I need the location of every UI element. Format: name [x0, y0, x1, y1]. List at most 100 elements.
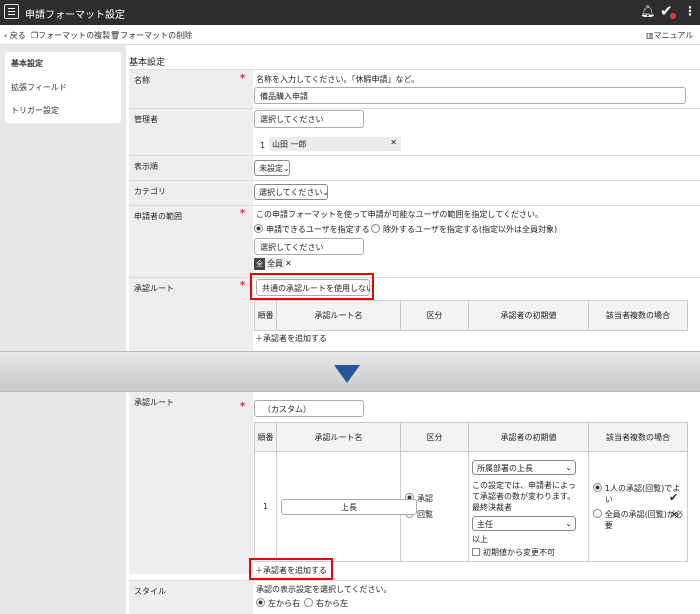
order-value: 未設定 [259, 164, 283, 173]
notification-dot [670, 13, 676, 19]
style-label: スタイル [129, 581, 253, 614]
kubun-circulate-label: 回覧 [417, 510, 433, 519]
all-icon: 全 [254, 258, 265, 270]
route-table-header: 順番 承認ルート名 区分 承認者の初期値 該当者複数の場合 [254, 300, 688, 331]
title-bar: 申請フォーマット設定 🔔︎ ✔ ⋮ [0, 0, 700, 25]
style-option-rtl[interactable]: 右から左 [304, 598, 348, 609]
name-hint: 名称を入力してください。「休暇申請」など。 [256, 75, 420, 84]
col-kubun: 区分 [400, 422, 469, 452]
admin-select[interactable]: 選択してください [254, 110, 364, 128]
admin-entry-number: 1 [260, 141, 266, 150]
app-title: 申請フォーマット設定 [25, 10, 125, 21]
style-option-ltr-label: 左から右 [268, 599, 300, 608]
section-title: 基本設定 [129, 58, 166, 68]
checkbox[interactable] [472, 548, 480, 556]
more-icon[interactable]: ⋮ [684, 4, 696, 18]
order-label: 表示順 [129, 156, 253, 180]
multi-cell: 1人の承認(回覧)でよい 全員の承認(回覧)が必要 [588, 451, 688, 562]
col-initial: 承認者の初期値 [468, 422, 589, 452]
col-route-name: 承認ルート名 [276, 300, 401, 331]
radio-unchecked[interactable] [304, 598, 313, 607]
admin-entry: 山田 一郎 ✕ [269, 137, 401, 151]
fixed-label: 初期値から変更不可 [483, 548, 555, 557]
check-icon[interactable]: ✔ [669, 491, 678, 504]
plus-icon: ＋ [255, 334, 263, 343]
back-label: 戻る [9, 31, 26, 40]
route-table: 順番 承認ルート名 区分 承認者の初期値 該当者複数の場合 1 上長 承認 回覧… [254, 422, 688, 562]
chevron-down-icon: ⌄ [565, 463, 572, 472]
applicant-hint: この申請フォーマットを使って申請が可能なユーザの範囲を指定してください。 [256, 210, 543, 219]
radio-unchecked[interactable] [371, 224, 380, 233]
copy-label: フォーマットの複製 [38, 31, 111, 40]
admin-entry-name: 山田 一郎 [272, 140, 307, 149]
initial-note: この設定では、申請者によって承認者の数が変わります。最終決裁者 [472, 481, 576, 512]
final-value: 主任 [477, 520, 493, 529]
all-members-badge: 全全員 ✕ [254, 258, 292, 270]
initial-select[interactable]: 所属部署の上長 ⌄ [472, 460, 576, 475]
category-label: カテゴリ [129, 181, 253, 205]
down-arrow-icon [334, 365, 360, 383]
radio-checked[interactable] [256, 598, 265, 607]
book-icon: ▥ [646, 31, 654, 40]
close-icon[interactable]: ✕ [670, 510, 678, 521]
style-option-ltr[interactable]: 左から右 [256, 598, 300, 609]
manual-label: マニュアル [653, 31, 694, 40]
sidebar-item-basic[interactable]: 基本設定 [11, 58, 43, 69]
route-label: 承認ルート [129, 278, 253, 351]
radio-checked[interactable] [593, 482, 602, 492]
applicant-option-exclude-label: 除外するユーザを指定する(指定以外は全員対象) [383, 225, 558, 234]
sidebar-lower [0, 392, 126, 614]
add-approver-link[interactable]: ＋承認者を追加する [255, 333, 327, 344]
initial-value: 所属部署の上長 [477, 464, 533, 473]
radio-checked[interactable] [254, 224, 263, 233]
route-name-cell: 上長 [276, 451, 417, 562]
category-value: 選択してください [259, 188, 323, 197]
applicant-option-exclude[interactable]: 除外するユーザを指定する(指定以外は全員対象) [371, 224, 557, 235]
col-order: 順番 [254, 422, 277, 452]
admin-label: 管理者 [129, 109, 253, 155]
fixed-checkbox[interactable]: 初期値から変更不可 [472, 547, 555, 558]
name-input[interactable]: 備品購入申請 [254, 87, 686, 104]
sidebar-item-trigger[interactable]: トリガー設定 [11, 105, 59, 116]
table-row: 1 上長 承認 回覧 所属部署の上長 ⌄ この設定では、申請者によって承認者の数が… [254, 451, 688, 562]
col-multi: 該当者複数の場合 [588, 300, 688, 331]
highlight-box [249, 558, 333, 580]
initial-cell: 所属部署の上長 ⌄ この設定では、申請者によって承認者の数が変わります。最終決裁者… [468, 451, 589, 562]
toolbar: ‹ 戻る ❐フォーマットの複製 🗑︎フォーマットの削除 ▥マニュアル [0, 25, 700, 45]
style-hint: 承認の表示設定を選択してください。 [256, 585, 392, 594]
required-mark: * [240, 280, 246, 291]
delete-format-button[interactable]: 🗑︎フォーマットの削除 [110, 30, 192, 41]
style-option-rtl-label: 右から左 [316, 599, 348, 608]
col-initial: 承認者の初期値 [468, 300, 589, 331]
ika-label: 以上 [472, 535, 488, 544]
order-select[interactable]: 未設定⌄ [254, 160, 290, 176]
hamburger-icon[interactable] [4, 4, 19, 19]
trash-icon: 🗑︎ [110, 31, 121, 40]
route-select-custom[interactable]: （カスタム） [254, 400, 364, 417]
delete-label: フォーマットの削除 [120, 31, 193, 40]
col-kubun: 区分 [400, 300, 469, 331]
col-order: 順番 [254, 300, 277, 331]
applicant-option-include[interactable]: 申請できるユーザを指定する [254, 224, 370, 235]
close-icon[interactable]: ✕ [390, 138, 397, 147]
chevron-down-icon: ⌄ [565, 519, 572, 528]
required-mark: * [240, 208, 246, 219]
back-button[interactable]: ‹ 戻る [4, 30, 26, 41]
sidebar-menu: 基本設定 拡張フィールド トリガー設定 [5, 52, 121, 123]
col-route-name: 承認ルート名 [276, 422, 401, 452]
add-approver-label: 承認者を追加する [263, 334, 327, 343]
applicant-select[interactable]: 選択してください [254, 238, 364, 255]
chevron-left-icon: ‹ [4, 31, 8, 40]
highlight-box [250, 273, 374, 300]
radio-unchecked[interactable] [593, 508, 602, 518]
copy-format-button[interactable]: ❐フォーマットの複製 [31, 30, 110, 41]
close-icon[interactable]: ✕ [285, 259, 292, 268]
sidebar-item-extended[interactable]: 拡張フィールド [11, 82, 67, 93]
main-panel-after: 承認ルート * （カスタム） 順番 承認ルート名 区分 承認者の初期値 該当者複… [126, 392, 700, 614]
manual-link[interactable]: ▥マニュアル [646, 30, 693, 41]
route-name-input[interactable]: 上長 [281, 499, 417, 515]
bell-icon[interactable]: 🔔︎ [640, 4, 655, 18]
row-number: 1 [254, 451, 277, 562]
category-select[interactable]: 選択してください⌄ [254, 184, 329, 200]
final-select[interactable]: 主任 ⌄ [472, 516, 576, 531]
